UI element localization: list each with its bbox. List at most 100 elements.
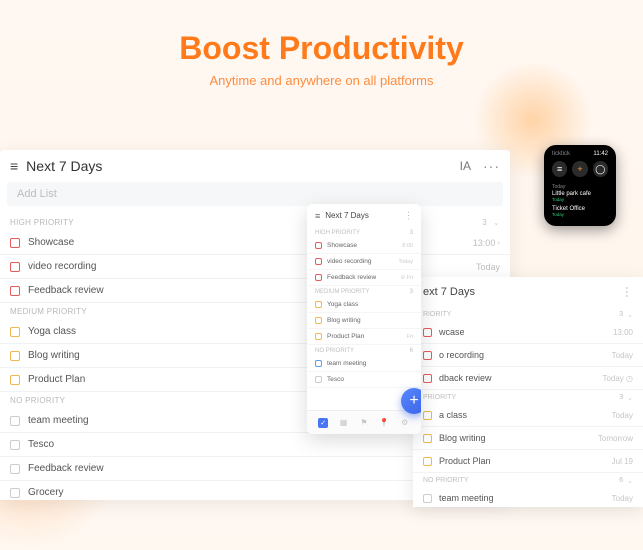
- task-name: team meeting: [439, 493, 612, 503]
- task-name: o recording: [439, 350, 612, 360]
- watch-complete-button[interactable]: ◯: [593, 161, 608, 177]
- task-row[interactable]: Tesco: [307, 372, 421, 388]
- chevron-down-icon: ⌄: [493, 218, 500, 227]
- task-name: wcase: [439, 327, 613, 337]
- select-icon[interactable]: ✓: [318, 418, 328, 428]
- watch-item[interactable]: Little park cafeToday: [544, 190, 616, 205]
- section-header[interactable]: RIORITY3⌄: [413, 307, 643, 321]
- checkbox[interactable]: [423, 434, 432, 443]
- tablet-panel: ext 7 Days ⋯ RIORITY3⌄wcase13:00o record…: [413, 277, 643, 507]
- mobile-panel: ≡ Next 7 Days ⋯ HIGH PRIORITY3Showcase8:…: [307, 204, 421, 434]
- section-name: MEDIUM PRIORITY: [315, 289, 410, 295]
- checkbox[interactable]: [423, 328, 432, 337]
- task-row[interactable]: video recordingToday: [0, 255, 510, 279]
- checkbox[interactable]: [315, 242, 322, 249]
- task-row[interactable]: dback reviewToday ◷: [413, 367, 643, 390]
- chevron-down-icon: ⌄: [627, 477, 633, 485]
- tablet-header: ext 7 Days ⋯: [413, 277, 643, 307]
- menu-icon[interactable]: ≡: [10, 158, 18, 174]
- checkbox[interactable]: [315, 376, 322, 383]
- task-name: Product Plan: [439, 456, 612, 466]
- gear-icon[interactable]: ⚙: [400, 418, 410, 428]
- task-row[interactable]: Showcase8:00: [307, 238, 421, 254]
- more-icon[interactable]: ⋯: [403, 211, 414, 221]
- section-name: NO PRIORITY: [315, 348, 410, 354]
- task-row[interactable]: Blog writing: [307, 313, 421, 329]
- checkbox[interactable]: [10, 238, 20, 248]
- add-button[interactable]: +: [401, 388, 421, 414]
- section-header[interactable]: HIGH PRIORITY3: [307, 227, 421, 238]
- sort-indicator[interactable]: IA: [460, 159, 471, 173]
- section-count: 3: [482, 218, 487, 227]
- checkbox[interactable]: [10, 327, 20, 337]
- section-header[interactable]: HIGH PRIORITY3⌄: [0, 214, 510, 231]
- checkbox[interactable]: [10, 416, 20, 426]
- checkbox[interactable]: [423, 494, 432, 503]
- checkbox[interactable]: [315, 317, 322, 324]
- hero-title: Boost Productivity: [0, 30, 643, 67]
- checkbox[interactable]: [423, 351, 432, 360]
- section-header[interactable]: NO PRIORITY6⌄: [413, 473, 643, 487]
- checkbox[interactable]: [10, 440, 20, 450]
- watch-item-sub: Today: [552, 197, 608, 202]
- section-count: 6: [410, 348, 413, 354]
- task-date: 13:00: [613, 328, 633, 337]
- task-row[interactable]: team meeting: [307, 356, 421, 372]
- checkbox[interactable]: [315, 301, 322, 308]
- task-row[interactable]: video recordingToday: [307, 254, 421, 270]
- menu-icon[interactable]: ≡: [315, 211, 320, 221]
- task-row[interactable]: Feedback review⊘ Fri: [307, 270, 421, 286]
- calendar-icon[interactable]: ▦: [339, 418, 349, 428]
- watch-add-button[interactable]: +: [572, 161, 587, 177]
- task-date: Today ◷: [602, 374, 633, 383]
- checkbox[interactable]: [315, 333, 322, 340]
- flag-icon[interactable]: ⚑: [359, 418, 369, 428]
- task-row[interactable]: a classToday: [413, 404, 643, 427]
- section-header[interactable]: PRIORITY3⌄: [413, 390, 643, 404]
- watch-app-name: ticktick: [552, 151, 570, 157]
- section-count: 3: [619, 394, 623, 402]
- section-header[interactable]: MEDIUM PRIORITY3: [307, 286, 421, 297]
- task-date: 13:00: [473, 238, 496, 248]
- add-list-input[interactable]: Add List: [7, 182, 503, 206]
- page-title: Next 7 Days: [325, 211, 398, 220]
- task-name: Blog writing: [327, 317, 413, 324]
- watch-item[interactable]: Ticket OfficeToday: [544, 205, 616, 220]
- checkbox[interactable]: [315, 360, 322, 367]
- checkbox[interactable]: [423, 374, 432, 383]
- task-row[interactable]: Product PlanFri: [307, 329, 421, 345]
- checkbox[interactable]: [315, 258, 322, 265]
- page-title: ext 7 Days: [423, 286, 621, 298]
- checkbox[interactable]: [315, 274, 322, 281]
- task-row[interactable]: team meetingToday: [413, 487, 643, 507]
- task-name: video recording: [327, 258, 398, 265]
- task-row[interactable]: Product PlanJul 19: [413, 450, 643, 473]
- more-icon[interactable]: ⋯: [620, 286, 634, 298]
- task-row[interactable]: o recordingToday: [413, 344, 643, 367]
- checkbox[interactable]: [423, 411, 432, 420]
- task-row[interactable]: Yoga class: [307, 297, 421, 313]
- task-name: Product Plan: [327, 333, 407, 340]
- watch-menu-button[interactable]: ≡: [552, 161, 567, 177]
- checkbox[interactable]: [10, 286, 20, 296]
- checkbox[interactable]: [10, 464, 20, 474]
- task-name: Blog writing: [439, 433, 598, 443]
- section-header[interactable]: NO PRIORITY6: [307, 345, 421, 356]
- checkbox[interactable]: [10, 262, 20, 272]
- hero-subtitle: Anytime and anywhere on all platforms: [0, 73, 643, 88]
- task-row[interactable]: wcase13:00: [413, 321, 643, 344]
- task-date: Fri: [407, 334, 413, 340]
- task-row[interactable]: Showcase13:00›: [0, 231, 510, 255]
- watch-item-sub: Today: [552, 212, 608, 217]
- section-name: NO PRIORITY: [423, 477, 619, 485]
- checkbox[interactable]: [10, 375, 20, 385]
- task-name: a class: [439, 410, 612, 420]
- pin-icon[interactable]: 📍: [379, 418, 389, 428]
- task-date: Today: [398, 259, 413, 265]
- page-title: Next 7 Days: [26, 158, 451, 174]
- task-row[interactable]: Blog writingTomorrow: [413, 427, 643, 450]
- checkbox[interactable]: [10, 351, 20, 361]
- checkbox[interactable]: [10, 488, 20, 498]
- checkbox[interactable]: [423, 457, 432, 466]
- more-icon[interactable]: ···: [483, 158, 500, 174]
